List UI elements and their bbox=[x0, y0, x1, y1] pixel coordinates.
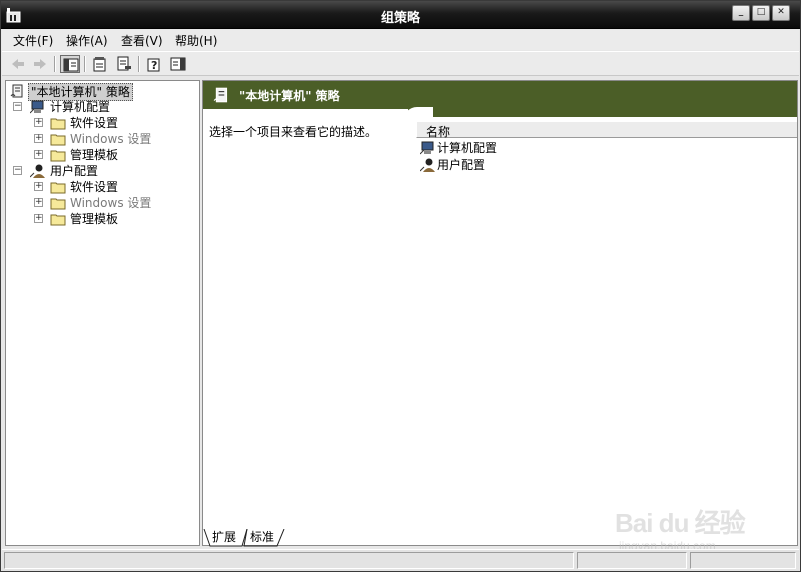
properties-icon bbox=[93, 57, 106, 72]
column-header-label: 名称 bbox=[426, 125, 451, 139]
gpedit-window: 组策略 _ □ ✕ 文件(F) 操作(A) 查看(V) 帮助(H) ? "本地计… bbox=[0, 0, 801, 572]
folder-icon bbox=[50, 134, 66, 146]
toolbar-separator bbox=[84, 56, 86, 72]
tree-node-windows-settings[interactable]: + Windows 设置 bbox=[10, 195, 195, 211]
tab-extended[interactable]: 扩展 bbox=[212, 529, 236, 546]
maximize-button[interactable]: □ bbox=[752, 5, 770, 21]
expand-toggle[interactable]: + bbox=[34, 118, 43, 127]
help-button[interactable]: ? bbox=[144, 55, 164, 73]
user-config-icon bbox=[30, 164, 45, 178]
list-item-label: 用户配置 bbox=[437, 158, 486, 172]
menu-file[interactable]: 文件(F) bbox=[13, 32, 53, 49]
svg-text:?: ? bbox=[151, 59, 157, 72]
menu-view[interactable]: 查看(V) bbox=[121, 32, 163, 49]
details-pane: "本地计算机" 策略 选择一个项目来查看它的描述。 名称 计算机配置 用户配置 bbox=[202, 80, 798, 546]
export-list-icon bbox=[117, 56, 131, 71]
header-curve bbox=[408, 109, 797, 117]
menu-bar: 文件(F) 操作(A) 查看(V) 帮助(H) bbox=[2, 30, 799, 50]
window-title: 组策略 bbox=[380, 11, 420, 26]
tree-node-label: 管理模板 bbox=[70, 148, 119, 162]
computer-config-icon bbox=[30, 100, 44, 114]
back-button[interactable] bbox=[8, 55, 28, 73]
minimize-button[interactable]: _ bbox=[732, 5, 750, 21]
description-text: 选择一个项目来查看它的描述。 bbox=[209, 125, 378, 139]
menu-action[interactable]: 操作(A) bbox=[66, 32, 108, 49]
list-item-label: 计算机配置 bbox=[437, 141, 498, 155]
title-bar[interactable]: 组策略 _ □ ✕ bbox=[1, 1, 800, 29]
details-header-title: "本地计算机" 策略 bbox=[239, 89, 340, 103]
toolbar: ? bbox=[2, 51, 799, 76]
tree-node-computer-config[interactable]: − 计算机配置 bbox=[10, 99, 195, 115]
console-tree[interactable]: "本地计算机" 策略 − 计算机配置 + 软件设置 + Windows 设置 +… bbox=[5, 80, 200, 546]
toolbar-separator bbox=[138, 56, 140, 72]
expand-toggle[interactable]: + bbox=[34, 214, 43, 223]
policy-scroll-icon bbox=[213, 87, 228, 103]
show-hide-tree-button[interactable] bbox=[60, 55, 80, 73]
forward-button[interactable] bbox=[30, 55, 50, 73]
policy-scroll-icon bbox=[10, 84, 23, 98]
show-hide-action-pane-button[interactable] bbox=[168, 55, 188, 73]
view-tabs: 扩展 标准 bbox=[202, 529, 502, 547]
tree-node-user-config[interactable]: − 用户配置 bbox=[10, 163, 195, 179]
tree-node-label: Windows 设置 bbox=[70, 196, 152, 210]
tree-node-admin-templates[interactable]: + 管理模板 bbox=[10, 211, 195, 227]
back-arrow-icon bbox=[12, 59, 24, 69]
close-button[interactable]: ✕ bbox=[772, 5, 790, 21]
expand-toggle[interactable]: + bbox=[34, 150, 43, 159]
forward-arrow-icon bbox=[34, 59, 46, 69]
column-header-name[interactable]: 名称 bbox=[416, 121, 797, 139]
collapse-toggle[interactable]: − bbox=[13, 166, 22, 175]
tab-standard[interactable]: 标准 bbox=[250, 529, 274, 546]
status-cell bbox=[690, 552, 796, 569]
show-hide-tree-icon bbox=[63, 58, 79, 72]
folder-icon bbox=[50, 118, 66, 130]
status-cell bbox=[4, 552, 574, 569]
folder-icon bbox=[50, 198, 66, 210]
tree-node-software-settings[interactable]: + 软件设置 bbox=[10, 115, 195, 131]
folder-icon bbox=[50, 182, 66, 194]
folder-icon bbox=[50, 150, 66, 162]
expand-toggle[interactable]: + bbox=[34, 182, 43, 191]
properties-button[interactable] bbox=[90, 55, 110, 73]
tree-node-label: 软件设置 bbox=[70, 180, 119, 194]
toolbar-separator bbox=[54, 56, 56, 72]
tree-node-software-settings[interactable]: + 软件设置 bbox=[10, 179, 195, 195]
tree-node-label: 用户配置 bbox=[50, 164, 99, 178]
tree-node-label: 计算机配置 bbox=[50, 100, 111, 114]
tree-node-windows-settings[interactable]: + Windows 设置 bbox=[10, 131, 195, 147]
collapse-toggle[interactable]: − bbox=[13, 102, 22, 111]
expand-toggle[interactable]: + bbox=[34, 198, 43, 207]
help-icon: ? bbox=[147, 58, 160, 72]
tree-node-admin-templates[interactable]: + 管理模板 bbox=[10, 147, 195, 163]
export-list-button[interactable] bbox=[114, 55, 134, 73]
expand-toggle[interactable]: + bbox=[34, 134, 43, 143]
tree-node-label: 管理模板 bbox=[70, 212, 119, 226]
menu-help[interactable]: 帮助(H) bbox=[175, 32, 217, 49]
watermark-logo: Bai du 经验 bbox=[615, 508, 746, 538]
user-config-icon bbox=[420, 158, 435, 172]
status-bar bbox=[2, 549, 799, 571]
tree-root[interactable]: "本地计算机" 策略 bbox=[10, 83, 195, 101]
computer-config-icon bbox=[420, 141, 434, 155]
tree-node-label: 软件设置 bbox=[70, 116, 119, 130]
show-hide-action-pane-icon bbox=[170, 57, 186, 71]
status-cell bbox=[577, 552, 687, 569]
tree-node-label: Windows 设置 bbox=[70, 132, 152, 146]
details-header: "本地计算机" 策略 bbox=[203, 81, 797, 109]
folder-icon bbox=[50, 214, 66, 226]
